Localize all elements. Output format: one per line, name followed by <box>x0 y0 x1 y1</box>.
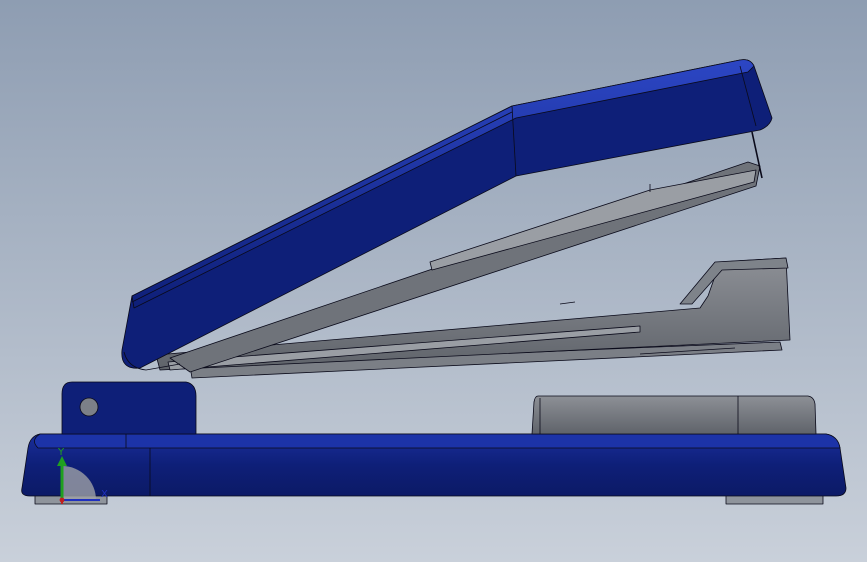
hinge-pin <box>79 397 99 417</box>
triad-x-label: X <box>101 489 108 500</box>
triad-y-label: Y <box>57 447 65 458</box>
anvil-block[interactable] <box>531 395 817 435</box>
triad-origin <box>59 497 65 503</box>
base-part[interactable] <box>21 433 847 497</box>
cad-viewport[interactable]: Y X <box>0 0 867 562</box>
hinge-post[interactable] <box>61 381 197 435</box>
